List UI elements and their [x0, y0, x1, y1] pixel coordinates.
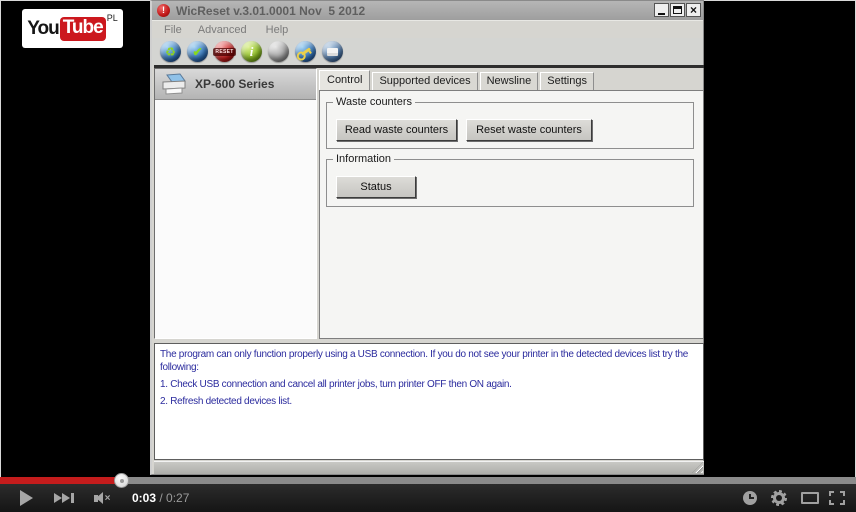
time-total: / 0:27 — [156, 491, 189, 505]
printer-icon[interactable] — [322, 41, 343, 62]
wicreset-window: ! WicReset v.3.01.0001 Nov 5 2012 × File… — [150, 0, 704, 475]
next-icon — [54, 493, 62, 503]
status-bar — [154, 461, 704, 474]
time-display: 0:03 / 0:27 — [132, 484, 189, 512]
info-step-1: 1. Check USB connection and cancel all p… — [160, 378, 698, 391]
youtube-logo-you: You — [27, 18, 58, 40]
minimize-icon — [658, 13, 665, 15]
recycle-icon[interactable]: ♻ — [160, 41, 181, 62]
theater-icon — [801, 492, 819, 504]
speaker-icon-cone — [96, 492, 103, 504]
mute-button[interactable]: × — [90, 484, 114, 512]
reset-icon[interactable]: RESET — [214, 41, 235, 62]
waste-counters-label: Waste counters — [333, 96, 415, 108]
next-icon-bar — [71, 493, 74, 503]
menu-help[interactable]: Help — [266, 24, 289, 36]
key-glyph — [301, 47, 311, 55]
fullscreen-button[interactable] — [828, 484, 846, 512]
menu-file[interactable]: File — [164, 24, 182, 36]
theater-mode-button[interactable] — [800, 484, 820, 512]
read-waste-counters-button[interactable]: Read waste counters — [336, 119, 457, 141]
youtube-logo: You Tube PL — [22, 9, 123, 48]
recycle-glyph: ♻ — [165, 46, 176, 58]
app-icon: ! — [157, 4, 170, 17]
info-step-2: 2. Refresh detected devices list. — [160, 395, 698, 408]
gear-icon — [771, 490, 787, 506]
reset-glyph: RESET — [213, 48, 235, 56]
device-list: XP-600 Series — [154, 68, 317, 339]
youtube-logo-tube: Tube — [60, 17, 106, 41]
device-name: XP-600 Series — [195, 77, 274, 91]
key-icon[interactable] — [295, 41, 316, 62]
play-icon — [20, 490, 33, 506]
next-button[interactable] — [52, 484, 76, 512]
watch-later-button[interactable] — [742, 484, 758, 512]
close-button[interactable]: × — [686, 3, 701, 17]
info-glyph: i — [250, 45, 254, 58]
info-panel: The program can only function properly u… — [154, 343, 704, 460]
info-icon[interactable]: i — [241, 41, 262, 62]
information-group: Information Status — [326, 159, 694, 207]
toolbar: ♻ ✔ RESET i — [152, 38, 703, 67]
globe-icon[interactable] — [268, 41, 289, 62]
tab-strip: Control Supported devices Newsline Setti… — [319, 71, 596, 90]
tab-settings[interactable]: Settings — [540, 72, 594, 90]
maximize-icon — [673, 6, 682, 14]
check-icon[interactable]: ✔ — [187, 41, 208, 62]
next-icon-2 — [62, 493, 70, 503]
maximize-button[interactable] — [670, 3, 685, 17]
mute-x-icon: × — [105, 493, 111, 504]
time-current: 0:03 — [132, 491, 156, 505]
resize-grip[interactable] — [692, 462, 703, 473]
clock-icon — [743, 491, 757, 505]
printer-glyph — [327, 48, 338, 56]
seek-progress — [0, 477, 119, 484]
title-bar: ! WicReset v.3.01.0001 Nov 5 2012 × — [152, 1, 703, 20]
check-glyph: ✔ — [192, 46, 202, 58]
fullscreen-icon — [829, 491, 845, 505]
minimize-button[interactable] — [654, 3, 669, 17]
window-title: WicReset v.3.01.0001 Nov 5 2012 — [176, 4, 365, 18]
control-tab-page: Waste counters Read waste counters Reset… — [319, 90, 704, 339]
menu-bar: File Advanced Help — [152, 20, 703, 38]
waste-counters-group: Waste counters Read waste counters Reset… — [326, 102, 694, 149]
youtube-region-label: PL — [107, 13, 118, 23]
device-row-xp600[interactable]: XP-600 Series — [155, 69, 316, 100]
info-intro: The program can only function properly u… — [160, 348, 698, 374]
play-button[interactable] — [16, 484, 36, 512]
status-button[interactable]: Status — [336, 176, 416, 198]
reset-waste-counters-button[interactable]: Reset waste counters — [466, 119, 592, 141]
video-player: You Tube PL ! WicReset v.3.01.0001 Nov 5… — [0, 0, 856, 512]
tab-supported-devices[interactable]: Supported devices — [372, 72, 477, 90]
seek-knob[interactable] — [114, 473, 129, 488]
tab-control[interactable]: Control — [319, 70, 370, 90]
printer-device-icon — [159, 72, 189, 96]
close-icon: × — [690, 4, 697, 16]
player-controls: × 0:03 / 0:27 — [0, 484, 856, 512]
menu-advanced[interactable]: Advanced — [198, 24, 247, 36]
information-label: Information — [333, 153, 394, 165]
tab-newsline[interactable]: Newsline — [480, 72, 539, 90]
settings-button[interactable] — [770, 484, 788, 512]
